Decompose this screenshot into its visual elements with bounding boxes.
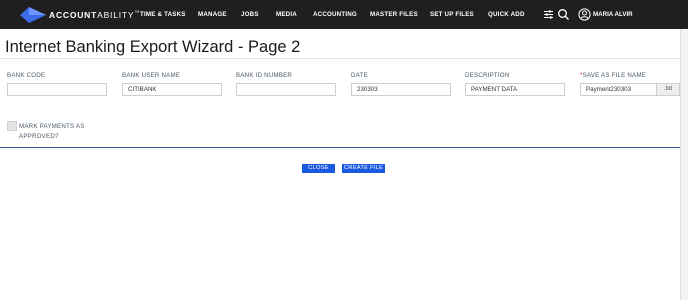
sliders-icon[interactable]: [542, 8, 555, 21]
title-divider: [0, 58, 680, 59]
page-scrollbar[interactable]: [680, 29, 688, 300]
brand-name: ACCOUNTABILITY™: [49, 10, 141, 20]
nav-master-files[interactable]: MASTER FILES: [370, 0, 418, 29]
nav-quick-add[interactable]: QUICK ADD: [488, 0, 525, 29]
date-label: DATE: [351, 72, 368, 79]
nav-time-and-tasks[interactable]: TIME & TASKS: [140, 0, 186, 29]
bank-user-name-input[interactable]: CITIBANK: [122, 83, 222, 96]
nav-set-up-files[interactable]: SET UP FILES: [430, 0, 474, 29]
nav-jobs[interactable]: JOBS: [241, 0, 259, 29]
bank-code-input[interactable]: [7, 83, 107, 96]
section-divider: [0, 147, 680, 148]
mark-approved-checkbox[interactable]: [7, 121, 17, 131]
close-button[interactable]: CLOSE: [302, 164, 335, 173]
user-icon[interactable]: [578, 8, 591, 21]
nav-accounting[interactable]: ACCOUNTING: [313, 0, 357, 29]
file-extension-suffix: .txt: [657, 83, 680, 96]
description-input[interactable]: PAYMENT DATA: [465, 83, 565, 96]
bank-id-number-input[interactable]: [236, 83, 336, 96]
nav-media[interactable]: MEDIA: [276, 0, 297, 29]
logo-mark-icon: [20, 7, 46, 23]
mark-approved-label[interactable]: MARK PAYMENTS AS APPROVED?: [19, 122, 89, 142]
brand-logo[interactable]: ACCOUNTABILITY™: [20, 7, 140, 23]
description-label: DESCRIPTION: [465, 72, 510, 79]
top-navigation-bar: ACCOUNTABILITY™ TIME & TASKS MANAGE JOBS…: [0, 0, 688, 29]
page-title: Internet Banking Export Wizard - Page 2: [5, 38, 301, 56]
save-as-file-name-label-text: SAVE AS FILE NAME: [582, 72, 647, 79]
date-input[interactable]: 230303: [351, 83, 451, 96]
search-icon[interactable]: [557, 8, 570, 21]
file-name-input[interactable]: Payment230303: [580, 83, 657, 96]
nav-manage[interactable]: MANAGE: [198, 0, 227, 29]
bank-id-number-label: BANK ID NUMBER: [236, 72, 293, 79]
user-name[interactable]: MARIA ALVIR: [593, 0, 633, 29]
bank-code-label: BANK CODE: [7, 72, 46, 79]
save-as-file-name-label: *SAVE AS FILE NAME: [580, 72, 646, 79]
create-file-button[interactable]: CREATE FILE: [342, 164, 385, 173]
bank-user-name-label: BANK USER NAME: [122, 72, 181, 79]
